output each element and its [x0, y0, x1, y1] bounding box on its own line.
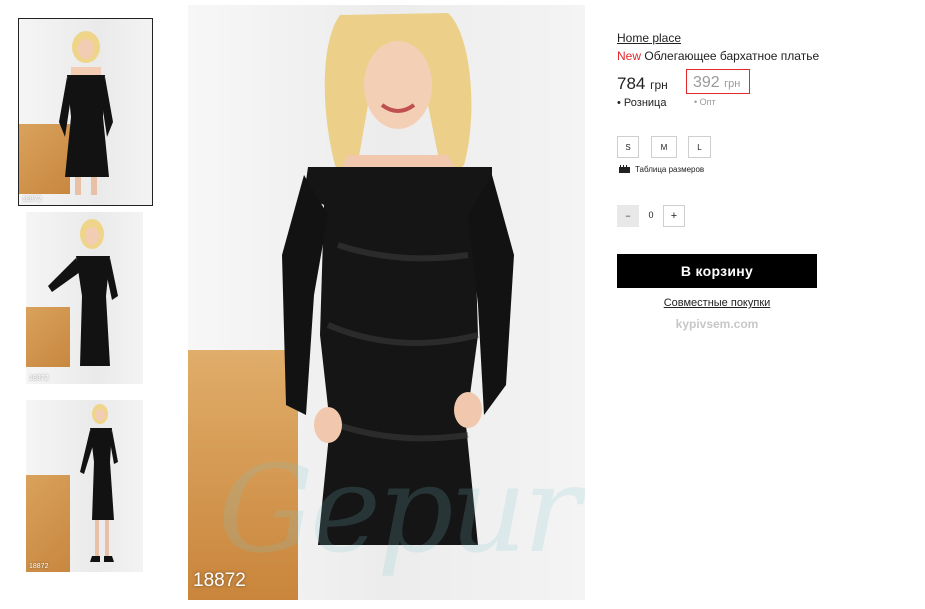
size-button-s[interactable]: S	[617, 136, 639, 158]
thumbnail-code: 18872	[22, 196, 42, 203]
main-product-image[interactable]: Gepur 18872	[188, 5, 585, 600]
size-button-l[interactable]: L	[688, 136, 711, 158]
retail-label-text: Розница	[623, 97, 667, 109]
thumbnail-3[interactable]: 18872	[26, 400, 143, 572]
breadcrumb-link[interactable]: Home place	[617, 31, 681, 45]
opt-price: 392 грн	[693, 74, 740, 92]
model-figure	[80, 404, 118, 562]
thumbnail-stairs	[26, 475, 71, 572]
thumbnail-2[interactable]: 18872	[26, 212, 143, 384]
thumbnail-1[interactable]: 18872	[18, 18, 153, 206]
model-figure	[48, 219, 118, 366]
quantity-increase-button[interactable]: +	[663, 205, 685, 227]
thumbnail-code: 18872	[29, 375, 49, 382]
quantity-value[interactable]: 0	[646, 210, 656, 220]
opt-label-text: Опт	[699, 97, 716, 107]
retail-label: • Розница	[617, 97, 667, 109]
add-to-cart-button[interactable]: В корзину	[617, 254, 817, 288]
joint-purchase-link[interactable]: Совместные покупки	[617, 297, 817, 309]
product-title: New Облегающее бархатное платье	[617, 49, 819, 63]
main-image-code: 18872	[193, 570, 246, 591]
quantity-decrease-button[interactable]: −	[617, 205, 639, 227]
retail-currency: грн	[650, 78, 668, 92]
retail-price: 784 грн	[617, 74, 668, 94]
ruler-icon	[619, 164, 630, 173]
retail-price-value: 784	[617, 74, 646, 93]
thumbnail-code: 18872	[29, 563, 49, 570]
opt-price-value: 392	[693, 74, 720, 91]
product-title-text: Облегающее бархатное платье	[644, 49, 820, 63]
model-figure	[59, 31, 113, 195]
opt-label: • Опт	[694, 97, 716, 107]
size-table-label: Таблица размеров	[635, 165, 705, 174]
watermark: Gepur	[218, 441, 580, 580]
site-label: kypivsem.com	[675, 317, 759, 331]
new-badge: New	[617, 49, 642, 63]
opt-currency: грн	[724, 78, 741, 90]
size-button-m[interactable]: M	[651, 136, 677, 158]
size-table-link[interactable]: Таблица размеров	[619, 164, 705, 174]
